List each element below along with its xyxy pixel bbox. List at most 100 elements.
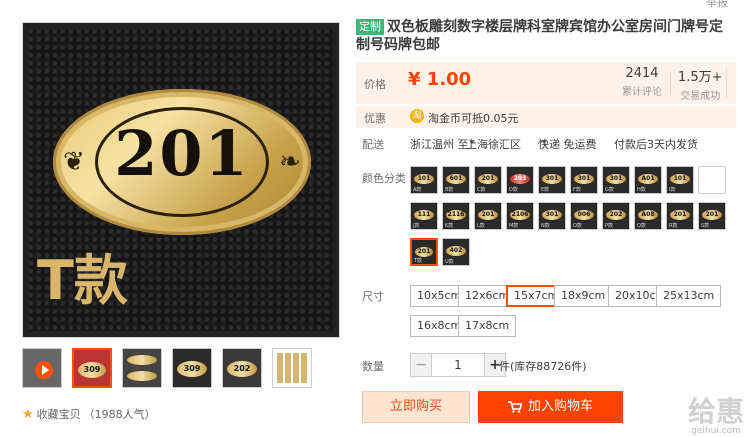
star-icon: ★ [22, 406, 34, 422]
thumbnail-strip: 309 309 202 [22, 348, 312, 388]
reviews-label: 累计评论 [622, 87, 662, 98]
watermark-logo: 给惠 [687, 395, 744, 428]
swatch-style-label: N款 [541, 223, 550, 229]
thumbnail-image[interactable]: 309 [172, 348, 212, 388]
cart-icon [507, 401, 522, 413]
swatch-style-label: D款 [509, 187, 518, 193]
thumbnail-video[interactable] [22, 348, 62, 388]
color-swatch[interactable]: A08 Q款 [634, 202, 662, 230]
swatch-number: 006 [574, 210, 594, 220]
color-swatch[interactable]: 202 P款 [602, 202, 630, 230]
thumbnail-image[interactable] [122, 348, 162, 388]
color-swatch[interactable]: 201 C款 [474, 166, 502, 194]
style-label: T款 [37, 249, 128, 312]
swatch-number: 111 [414, 210, 434, 220]
color-swatch[interactable]: 2116 K款 [442, 202, 470, 230]
color-swatch[interactable]: 2106 M款 [506, 202, 534, 230]
stock-text: 件(库存88726件) [499, 360, 587, 373]
swatch-number: A08 [638, 210, 658, 220]
swatch-style-label: O款 [573, 223, 582, 229]
color-swatch[interactable]: 006 O款 [570, 202, 598, 230]
quantity-stepper: − 1 + [410, 353, 506, 377]
swatch-style-label: C款 [477, 187, 486, 193]
color-swatch[interactable] [698, 166, 726, 194]
color-swatch[interactable]: 201 L款 [474, 202, 502, 230]
thumbnail-label [127, 355, 157, 365]
reviews-stat[interactable]: 2414 累计评论 [622, 66, 662, 98]
swatch-style-label: F款 [573, 187, 581, 193]
color-swatch[interactable]: 301 N款 [538, 202, 566, 230]
swatch-style-label: G款 [605, 187, 614, 193]
swatch-style-label: Q款 [637, 223, 646, 229]
swatch-style-label: R款 [669, 223, 678, 229]
swatch-number: 201 [670, 210, 690, 220]
swatch-number: 601 [446, 174, 466, 184]
main-product-image[interactable]: ❦ ❧ 201 T款 [22, 22, 340, 338]
color-label: 颜色分类 [362, 172, 406, 185]
color-swatch[interactable]: A01 H款 [634, 166, 662, 194]
stat-divider [670, 72, 671, 94]
swatch-number: 301 [542, 210, 562, 220]
promo-label: 优惠 [364, 112, 386, 125]
swatch-style-label: I款 [669, 187, 676, 193]
swatch-style-label: J款 [413, 223, 420, 229]
size-option[interactable]: 17x8cm [458, 315, 517, 337]
thumbnail-grid [277, 353, 307, 383]
color-swatch[interactable]: 301 F款 [570, 166, 598, 194]
thumbnail-image[interactable]: 309 [72, 348, 112, 388]
shipping-method-dropdown[interactable]: 快递 免运费 [538, 136, 597, 151]
swatch-style-label: M款 [509, 223, 519, 229]
favorite-label: 收藏宝贝 [36, 408, 81, 421]
thumbnail-image[interactable]: 202 [222, 348, 262, 388]
promo-text: 淘金币可抵0.05元 [428, 112, 519, 125]
sales-stat: 1.5万+ 交易成功 [678, 66, 723, 102]
swatch-number: 203 [510, 174, 530, 184]
size-option[interactable]: 18x9cm [554, 285, 613, 307]
delivery-time: 付款后3天内发货 [614, 138, 698, 151]
thumbnail-label: 202 [227, 361, 257, 377]
favorite-link[interactable]: ★ 收藏宝贝 （1988人气） [22, 406, 156, 422]
swatch-style-label: K款 [445, 223, 454, 229]
play-icon [35, 361, 53, 379]
size-option[interactable]: 25x13cm [656, 285, 722, 307]
swatch-number: 201 [702, 210, 722, 220]
price-section: 价格 ¥ 1.00 2414 累计评论 1.5万+ 交易成功 [356, 62, 736, 104]
color-swatch[interactable]: 301 G款 [602, 166, 630, 194]
color-swatch[interactable]: 111 J款 [410, 202, 438, 230]
size-label: 尺寸 [362, 290, 384, 303]
add-to-cart-button[interactable]: 加入购物车 [478, 391, 623, 423]
taobao-coin-icon: 淘 [410, 109, 424, 123]
color-swatch[interactable]: 601 B款 [442, 166, 470, 194]
color-swatch[interactable]: 201 S款 [698, 202, 726, 230]
buy-now-button[interactable]: 立即购买 [362, 391, 470, 423]
swatch-style-label: H款 [637, 187, 646, 193]
swatch-number: 301 [574, 174, 594, 184]
door-plate-image: ❦ ❧ 201 [53, 89, 311, 235]
color-swatch[interactable]: 203 D款 [506, 166, 534, 194]
site-watermark: 给惠 geihui.com [687, 395, 744, 437]
swatch-style-label: B款 [445, 187, 454, 193]
color-swatch[interactable]: 301 E款 [538, 166, 566, 194]
quantity-minus-button[interactable]: − [410, 353, 432, 377]
swatch-number: 201 [415, 247, 433, 257]
add-to-cart-label: 加入购物车 [527, 399, 593, 414]
color-swatch[interactable]: 402 U款 [442, 238, 470, 266]
thumbnail-image[interactable] [272, 348, 312, 388]
promo-section: 优惠 淘 淘金币可抵0.05元 [356, 106, 736, 128]
quantity-label: 数量 [362, 360, 384, 373]
swatch-number: 101 [414, 174, 434, 184]
sales-count: 1.5万+ [678, 70, 723, 85]
color-swatch[interactable]: 101 I款 [666, 166, 694, 194]
report-link[interactable]: 举报 [706, 0, 728, 10]
product-title: 定制 双色板雕刻数字楼层牌科室牌宾馆办公室房间门牌号定制号码牌包邮 [356, 18, 728, 54]
color-swatch[interactable]: 201 T款 [410, 238, 438, 266]
swatch-number: 2106 [510, 210, 530, 220]
shipping-destination-dropdown[interactable]: 上海徐汇区 [466, 136, 521, 151]
quantity-input[interactable]: 1 [432, 353, 484, 377]
thumbnail-label [127, 371, 157, 381]
color-swatch[interactable]: 201 R款 [666, 202, 694, 230]
swatch-number: 301 [542, 174, 562, 184]
color-swatch[interactable]: 101 A款 [410, 166, 438, 194]
swatch-number: 201 [478, 174, 498, 184]
plate-number: 201 [114, 117, 250, 190]
